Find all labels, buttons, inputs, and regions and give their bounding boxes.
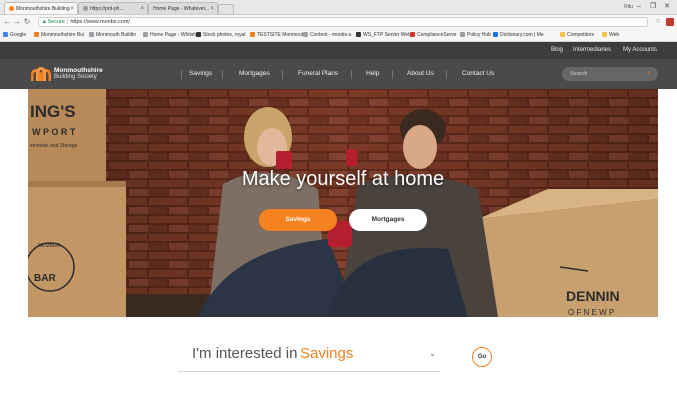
my-accounts-link[interactable]: My Accounts <box>623 42 657 59</box>
close-icon[interactable]: × <box>140 3 144 14</box>
nav-divider <box>392 70 393 79</box>
address-bar[interactable]: 🔒︎ Secure | https://www.monbs.com/ <box>38 17 648 27</box>
bookmark-item[interactable]: Competitors <box>560 29 594 41</box>
nav-divider <box>181 70 182 79</box>
svg-text:DENNIN: DENNIN <box>566 288 620 304</box>
shutterstock-icon <box>196 32 201 38</box>
browser-tab[interactable]: https://prd-ph... × <box>78 2 148 14</box>
tab-title: Home Page - Whatever... <box>153 6 210 12</box>
ftp-icon <box>356 32 361 38</box>
bookmark-item[interactable]: Monmouth Buildin <box>89 29 136 41</box>
hero-photo: ING'S W P O R T emovals and Storage MEMB… <box>28 89 658 317</box>
interest-prefix: I'm interested in <box>192 345 298 362</box>
browser-profile-name[interactable]: Ritu <box>624 2 633 12</box>
chevron-down-icon[interactable]: ⌄ <box>429 349 436 358</box>
utility-bar: Blog Intermediaries My Accounts <box>0 42 677 59</box>
bookmark-icon <box>34 32 39 38</box>
bookmarks-bar: Google Monmouthshire Bui Monmouth Buildi… <box>0 29 677 42</box>
lock-icon: 🔒︎ <box>43 19 46 25</box>
page-icon <box>303 32 308 38</box>
page-icon <box>89 32 94 38</box>
tab-title: Monmouthshire Building <box>16 6 70 12</box>
favicon-icon <box>83 6 88 12</box>
hero-savings-button[interactable]: Savings <box>259 209 337 231</box>
bookmark-item[interactable]: Web <box>602 29 619 41</box>
blog-link[interactable]: Blog <box>551 42 563 59</box>
svg-text:O F N E W P: O F N E W P <box>568 308 614 317</box>
favicon-icon <box>9 6 14 12</box>
nav-funeral-plans[interactable]: Funeral Plans <box>298 59 338 89</box>
browser-tab[interactable]: Home Page - Whatever... × <box>148 2 218 14</box>
folder-icon <box>602 32 607 38</box>
page-icon <box>143 32 148 38</box>
browser-tabstrip: Monmouthshire Building × https://prd-ph.… <box>0 0 677 15</box>
extension-icon[interactable] <box>666 18 674 26</box>
bookmark-item[interactable]: TESTSITE Monmouth <box>250 29 306 41</box>
svg-text:BAR: BAR <box>34 273 56 284</box>
bookmark-item[interactable]: Google <box>3 29 26 41</box>
nav-divider <box>222 70 223 79</box>
intermediaries-link[interactable]: Intermediaries <box>573 42 611 59</box>
compliance-icon <box>410 32 415 38</box>
tab-title: https://prd-ph... <box>90 6 124 12</box>
close-icon[interactable]: × <box>70 3 74 14</box>
bookmark-item[interactable]: Content - monbs-u <box>303 29 351 41</box>
bookmark-item[interactable]: Monmouthshire Bui <box>34 29 84 41</box>
browser-tab[interactable]: Monmouthshire Building × <box>4 2 78 14</box>
interest-selected-value[interactable]: Savings <box>300 345 353 362</box>
site-logo[interactable]: Monmouthshire Building Society <box>30 67 112 83</box>
dictionary-icon <box>493 32 498 38</box>
url-text: https://www.monbs.com/ <box>70 19 130 25</box>
maximize-button[interactable]: ❐ <box>647 1 659 12</box>
reload-icon[interactable]: ↻ <box>22 17 32 27</box>
site-header: Monmouthshire Building Society Savings M… <box>0 59 677 89</box>
page-icon <box>460 32 465 38</box>
nav-divider <box>282 70 283 79</box>
bookmark-item[interactable]: WS_FTP Server Web <box>356 29 411 41</box>
bookmark-item[interactable]: Stock photos, royal <box>196 29 246 41</box>
search-icon[interactable]: ⌕ <box>647 67 651 81</box>
nav-savings[interactable]: Savings <box>189 59 212 89</box>
bookmark-item[interactable]: Home Page - Whitsh <box>143 29 196 41</box>
google-icon <box>3 32 8 38</box>
search-placeholder: Search <box>570 71 588 77</box>
bookmark-star-icon[interactable]: ☆ <box>655 17 661 27</box>
nav-divider <box>446 70 447 79</box>
nav-about-us[interactable]: About Us <box>407 59 434 89</box>
search-input[interactable]: Search ⌕ <box>562 67 658 81</box>
hero-headline: Make yourself at home <box>241 168 445 190</box>
bookmark-icon <box>250 32 255 38</box>
svg-text:W P O R T: W P O R T <box>32 127 76 137</box>
nav-mortgages[interactable]: Mortgages <box>239 59 270 89</box>
nav-contact-us[interactable]: Contact Us <box>462 59 494 89</box>
nav-divider <box>351 70 352 79</box>
folder-icon <box>560 32 565 38</box>
minimize-button[interactable]: – <box>633 1 645 12</box>
svg-text:MEMBER: MEMBER <box>38 243 60 249</box>
back-icon[interactable]: ← <box>2 17 12 27</box>
logo-name: Monmouthshire <box>54 67 103 74</box>
logo-arches-icon <box>31 67 51 81</box>
nav-help[interactable]: Help <box>366 59 379 89</box>
close-icon[interactable]: × <box>210 3 214 14</box>
go-button[interactable]: Go <box>472 347 492 367</box>
svg-text:emovals and Storage: emovals and Storage <box>30 143 77 149</box>
bookmark-item[interactable]: ComplianceServe <box>410 29 456 41</box>
logo-tagline: Building Society <box>54 74 97 80</box>
bookmark-item[interactable]: Dictionary.com | Me <box>493 29 544 41</box>
interest-selector[interactable]: I'm interested in Savings ⌄ <box>178 343 440 372</box>
secure-label: Secure <box>47 19 65 25</box>
new-tab-button[interactable] <box>218 4 234 15</box>
browser-toolbar: ← → ↻ 🔒︎ Secure | https://www.monbs.com/ ☆ <box>0 15 677 29</box>
svg-text:ING'S: ING'S <box>30 102 76 121</box>
forward-icon[interactable]: → <box>12 17 22 27</box>
close-window-button[interactable]: ✕ <box>661 1 673 12</box>
bookmark-item[interactable]: Policy Hub <box>460 29 491 41</box>
hero-mortgages-button[interactable]: Mortgages <box>349 209 427 231</box>
hero-banner: ING'S W P O R T emovals and Storage MEMB… <box>28 89 658 317</box>
